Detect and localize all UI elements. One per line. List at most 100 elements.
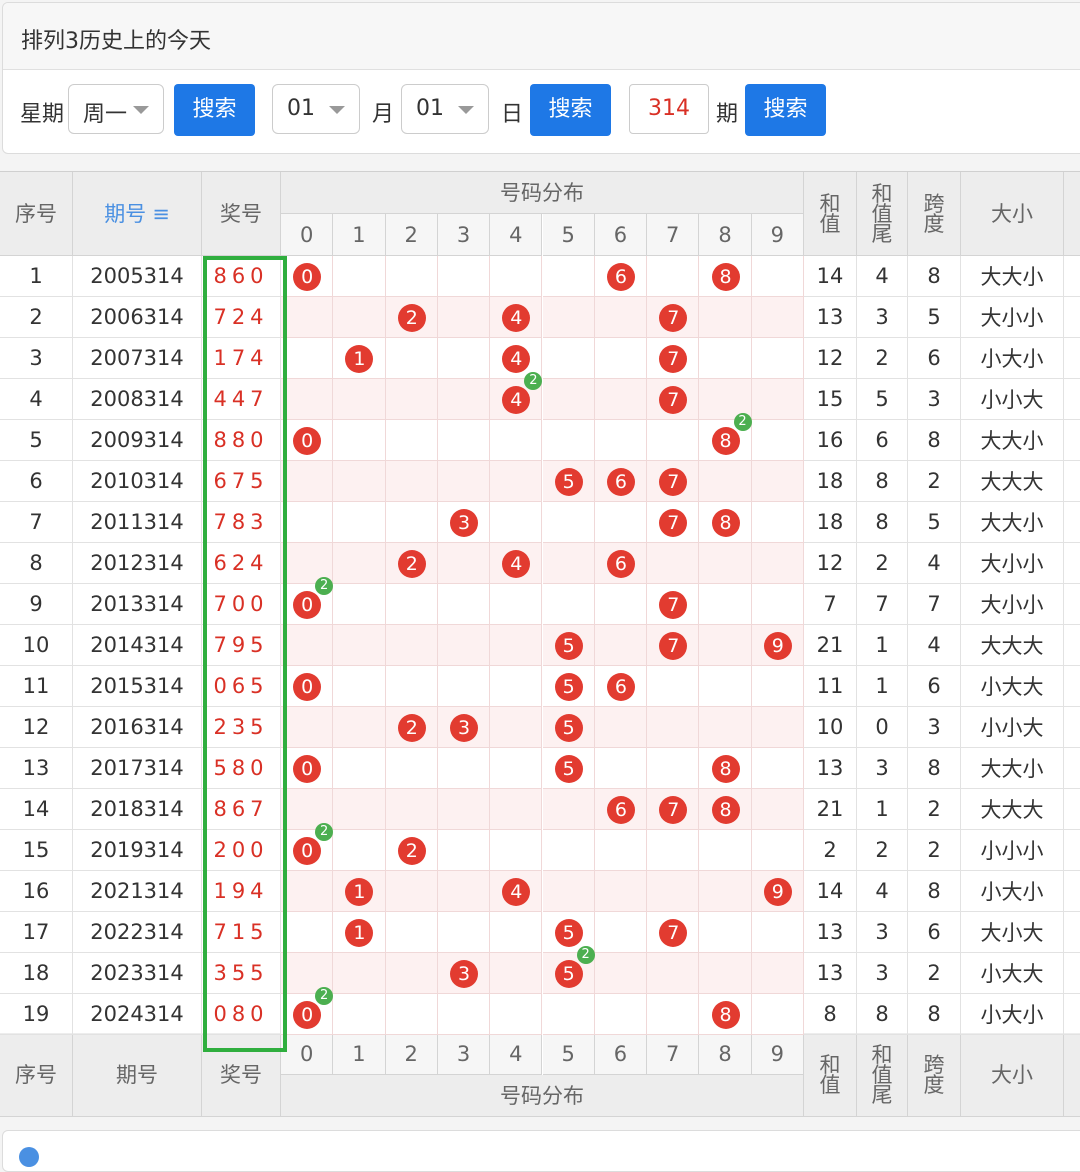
distribution-cell <box>281 338 334 379</box>
distribution-cell: 6 <box>594 256 648 297</box>
row-size: 大小大 <box>961 912 1064 953</box>
search-issue-button[interactable]: 搜索 <box>745 84 826 136</box>
search-date-button[interactable]: 搜索 <box>530 84 611 136</box>
distribution-cell <box>647 420 700 461</box>
row-span: 8 <box>908 256 961 297</box>
row-filler <box>1064 338 1080 379</box>
distribution-cell: 3 <box>437 707 491 748</box>
row-sum: 15 <box>804 379 857 420</box>
row-sum: 2 <box>804 830 857 871</box>
distribution-cell <box>542 543 595 584</box>
row-filler <box>1064 420 1080 461</box>
distribution-cell <box>333 502 386 543</box>
distribution-cell <box>647 748 700 789</box>
distribution-cell: 7 <box>647 789 700 830</box>
distribution-cell <box>542 338 595 379</box>
distribution-cell <box>281 912 334 953</box>
distribution-cell <box>699 953 752 994</box>
distribution-cell <box>542 502 595 543</box>
row-filler <box>1064 461 1080 502</box>
digit-ball: 3 <box>450 713 479 742</box>
distribution-cell <box>281 461 334 502</box>
distribution-cell: 8 <box>699 789 752 830</box>
search-weekday-button[interactable]: 搜索 <box>174 84 255 136</box>
digit-ball: 4 <box>502 549 531 578</box>
distribution-cell: 7 <box>647 502 700 543</box>
issue-label: 期 <box>716 102 739 127</box>
header-issue[interactable]: 期号 ≡ <box>73 172 202 256</box>
distribution-cell: 8 <box>699 256 752 297</box>
row-sum-tail: 4 <box>857 256 908 297</box>
row-issue: 2016314 <box>73 707 202 748</box>
month-select[interactable]: 01 <box>272 84 360 134</box>
header-digit: 6 <box>594 1033 648 1075</box>
row-index: 14 <box>0 789 73 830</box>
digit-ball: 7 <box>659 303 688 332</box>
distribution-cell <box>490 953 543 994</box>
row-issue: 2009314 <box>73 420 202 461</box>
digit-ball: 2 <box>397 836 426 865</box>
distribution-cell <box>542 994 595 1035</box>
distribution-cell <box>699 871 752 912</box>
row-index: 4 <box>0 379 73 420</box>
header-digit: 0 <box>281 214 334 256</box>
repeat-count-badge: 2 <box>524 371 543 390</box>
row-number: 174 <box>202 338 281 379</box>
row-span: 8 <box>908 748 961 789</box>
sort-icon[interactable]: ≡ <box>152 203 170 224</box>
distribution-cell <box>751 256 804 297</box>
row-index: 5 <box>0 420 73 461</box>
header-digit: 1 <box>333 1033 386 1075</box>
history-table: 序号 期号 ≡ 奖号 号码分布 0 1 2 3 4 5 6 7 8 9 和值 和值尾 跨度 大小 序号 期号 奖号 号码分布… <box>0 171 1080 1117</box>
distribution-cell <box>437 584 491 625</box>
header-issue: 期号 <box>73 1033 202 1117</box>
header-digit: 5 <box>542 1033 595 1075</box>
repeat-count-badge: 2 <box>315 822 334 841</box>
distribution-cell: 6 <box>594 543 648 584</box>
row-sum-tail: 2 <box>857 543 908 584</box>
row-size: 大大小 <box>961 256 1064 297</box>
digit-ball: 7 <box>659 795 688 824</box>
row-sum-tail: 3 <box>857 297 908 338</box>
distribution-cell: 1 <box>333 871 386 912</box>
digit-ball: 5 <box>554 754 583 783</box>
row-issue: 2018314 <box>73 789 202 830</box>
distribution-cell: 82 <box>699 412 752 461</box>
distribution-cell <box>333 297 386 338</box>
row-number: 235 <box>202 707 281 748</box>
row-span: 5 <box>908 297 961 338</box>
distribution-cell <box>437 994 491 1035</box>
distribution-cell: 7 <box>647 625 700 666</box>
row-number: 355 <box>202 953 281 994</box>
day-select[interactable]: 01 <box>401 84 489 134</box>
distribution-cell: 5 <box>542 461 595 502</box>
distribution-cell <box>281 297 334 338</box>
header-digit: 7 <box>647 214 700 256</box>
digit-ball: 7 <box>659 467 688 496</box>
distribution-cell <box>699 830 752 871</box>
row-size: 大大大 <box>961 789 1064 830</box>
row-number: 194 <box>202 871 281 912</box>
distribution-cell <box>385 871 438 912</box>
digit-ball: 6 <box>606 262 635 291</box>
row-sum-tail: 0 <box>857 707 908 748</box>
distribution-cell: 4 <box>490 871 543 912</box>
distribution-cell <box>594 379 648 420</box>
issue-input[interactable]: 314 <box>629 84 709 134</box>
row-sum-tail: 6 <box>857 420 908 461</box>
row-issue: 2005314 <box>73 256 202 297</box>
distribution-cell <box>699 625 752 666</box>
row-sum-tail: 5 <box>857 379 908 420</box>
header-filler <box>1064 172 1080 256</box>
digit-ball: 7 <box>659 590 688 619</box>
weekday-select[interactable]: 周一 <box>68 84 164 134</box>
row-issue: 2013314 <box>73 584 202 625</box>
digit-ball: 7 <box>659 918 688 947</box>
row-filler <box>1064 256 1080 297</box>
header-issue-label: 期号 <box>104 201 147 226</box>
row-sum: 12 <box>804 543 857 584</box>
row-size: 小小大 <box>961 379 1064 420</box>
distribution-cell <box>437 543 491 584</box>
weekday-label: 星期 <box>20 102 65 127</box>
distribution-cell <box>490 994 543 1035</box>
